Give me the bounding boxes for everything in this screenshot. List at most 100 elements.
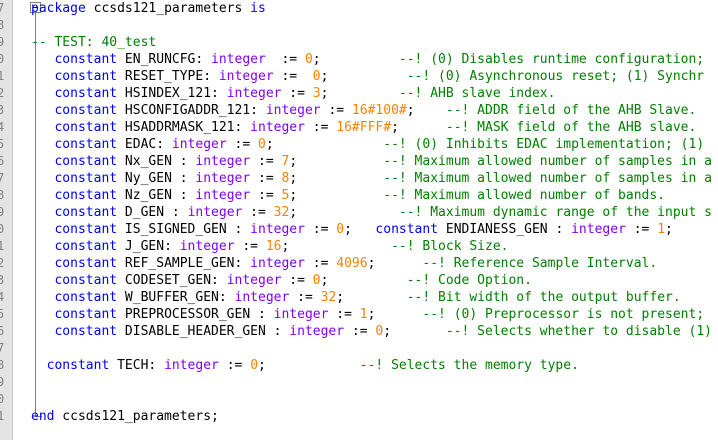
keyword-token: is [250, 1, 266, 16]
keyword-token: end [31, 409, 55, 424]
code-line: end ccsds121_parameters; [31, 408, 219, 425]
keyword-token: constant [54, 103, 118, 118]
keyword-token: constant [54, 307, 118, 322]
code-line: constant HSADDRMASK_121: integer := 16#F… [31, 119, 696, 136]
identifier-token [31, 52, 54, 67]
identifier-token [31, 154, 54, 169]
type-token: integer [226, 86, 282, 101]
identifier-token: := [304, 120, 337, 135]
type-token: integer [211, 52, 266, 67]
keyword-token: constant [54, 154, 118, 169]
code-line: constant Nx_GEN : integer := 7; --! Maxi… [31, 153, 712, 170]
identifier-token: := [320, 103, 352, 118]
line-number: 9 [0, 374, 9, 391]
type-token: integer [195, 154, 251, 169]
keyword-token: constant [54, 120, 118, 135]
code-line: constant PREPROCESSOR_GEN : integer := 1… [31, 306, 704, 323]
comment-token: -- TEST: 40_test [31, 35, 157, 50]
number-token: 0 [258, 137, 266, 152]
identifier-token: ccsds121_parameters [85, 1, 251, 16]
identifier-token: := [281, 86, 313, 101]
identifier-token: ; [336, 290, 407, 305]
identifier-token: J_GEN: [117, 239, 180, 254]
identifier-token [31, 69, 54, 84]
identifier-token: := [250, 171, 282, 186]
type-token: integer [289, 324, 345, 339]
identifier-token: ; [383, 324, 446, 339]
keyword-token: constant [54, 69, 118, 84]
code-line: constant RESET_TYPE: integer := 0; --! (… [31, 68, 704, 85]
keyword-token: constant [54, 290, 118, 305]
code-line: -- TEST: 40_test [31, 34, 156, 51]
comment-token: --! AHB slave index. [398, 86, 556, 101]
keyword-token: package [31, 1, 86, 16]
line-number: 3 [0, 272, 9, 289]
identifier-token: ; [281, 239, 392, 254]
type-token: integer [187, 205, 243, 220]
number-token: 16#100# [351, 103, 407, 118]
identifier-token [31, 86, 54, 101]
identifier-token [31, 103, 54, 118]
type-token: integer [265, 103, 321, 118]
identifier-token: := [304, 256, 337, 271]
identifier-token [31, 324, 54, 339]
identifier-token: ; [312, 52, 399, 67]
keyword-token: constant [54, 137, 118, 152]
identifier-token: PREPROCESSOR_GEN : [117, 307, 274, 322]
identifier-token: := [625, 222, 658, 237]
line-number: 6 [0, 153, 9, 170]
keyword-token: constant [54, 222, 118, 237]
line-number-gutter: 7890123456789012345678901 [0, 0, 13, 440]
identifier-token: IS_SIGNED_GEN : [117, 222, 251, 237]
code-line: constant Ny_GEN : integer := 8; --! Maxi… [31, 170, 712, 187]
identifier-token: HSINDEX_121: [117, 86, 227, 101]
code-line: constant HSINDEX_121: integer := 3; --! … [31, 85, 555, 102]
line-number: 7 [0, 340, 9, 357]
code-editor[interactable]: 7890123456789012345678901 package ccsds1… [0, 0, 718, 440]
comment-token: --! Reference Sample Interval. [422, 256, 658, 271]
identifier-token [31, 171, 54, 186]
identifier-token: EDAC: [117, 137, 172, 152]
type-token: integer [250, 222, 305, 237]
code-line: constant TECH: integer := 0; --! Selects… [31, 357, 579, 374]
line-number: 5 [0, 306, 9, 323]
line-number: 4 [0, 289, 9, 306]
line-number: 9 [0, 204, 9, 221]
identifier-token: := [344, 324, 376, 339]
number-token: 32 [273, 205, 290, 220]
identifier-token: ; [367, 307, 423, 322]
keyword-token: constant [54, 52, 118, 67]
code-area[interactable]: package ccsds121_parameters is -- TEST: 4… [31, 0, 718, 440]
identifier-token: := [250, 188, 282, 203]
identifier-token [31, 120, 54, 135]
identifier-token: ENDIANESS_GEN : [438, 222, 572, 237]
identifier-token: := [289, 290, 321, 305]
keyword-token: constant [54, 256, 118, 271]
code-line: constant EN_RUNCFG: integer := 0; --! (0… [31, 51, 704, 68]
identifier-token [31, 205, 54, 220]
identifier-token: Nz_GEN : [117, 188, 196, 203]
identifier-token: ; [289, 205, 399, 220]
code-line: constant IS_SIGNED_GEN : integer := 0; c… [31, 221, 672, 238]
type-token: integer [234, 290, 290, 305]
comment-token: --! Maximum dynamic range of the input s [398, 205, 712, 220]
line-number: 1 [0, 238, 9, 255]
fold-margin [13, 0, 42, 440]
identifier-token [31, 256, 54, 271]
identifier-token: := [250, 154, 282, 169]
type-token: integer [226, 273, 282, 288]
number-token: 0 [336, 222, 345, 237]
code-line: constant REF_SAMPLE_GEN: integer := 4096… [31, 255, 657, 272]
line-number: 8 [0, 187, 9, 204]
code-line: package ccsds121_parameters is [31, 0, 266, 17]
keyword-token: constant [54, 273, 118, 288]
type-token: integer [164, 358, 219, 373]
comment-token: --! (0) Inhibits EDAC implementation; (1… [383, 137, 705, 152]
type-token: integer [171, 137, 227, 152]
line-number: 7 [0, 0, 9, 17]
keyword-token: constant [54, 239, 118, 254]
identifier-token: Ny_GEN : [117, 171, 196, 186]
line-number: 8 [0, 357, 9, 374]
number-token: 0 [304, 52, 313, 67]
type-token: integer [179, 239, 235, 254]
